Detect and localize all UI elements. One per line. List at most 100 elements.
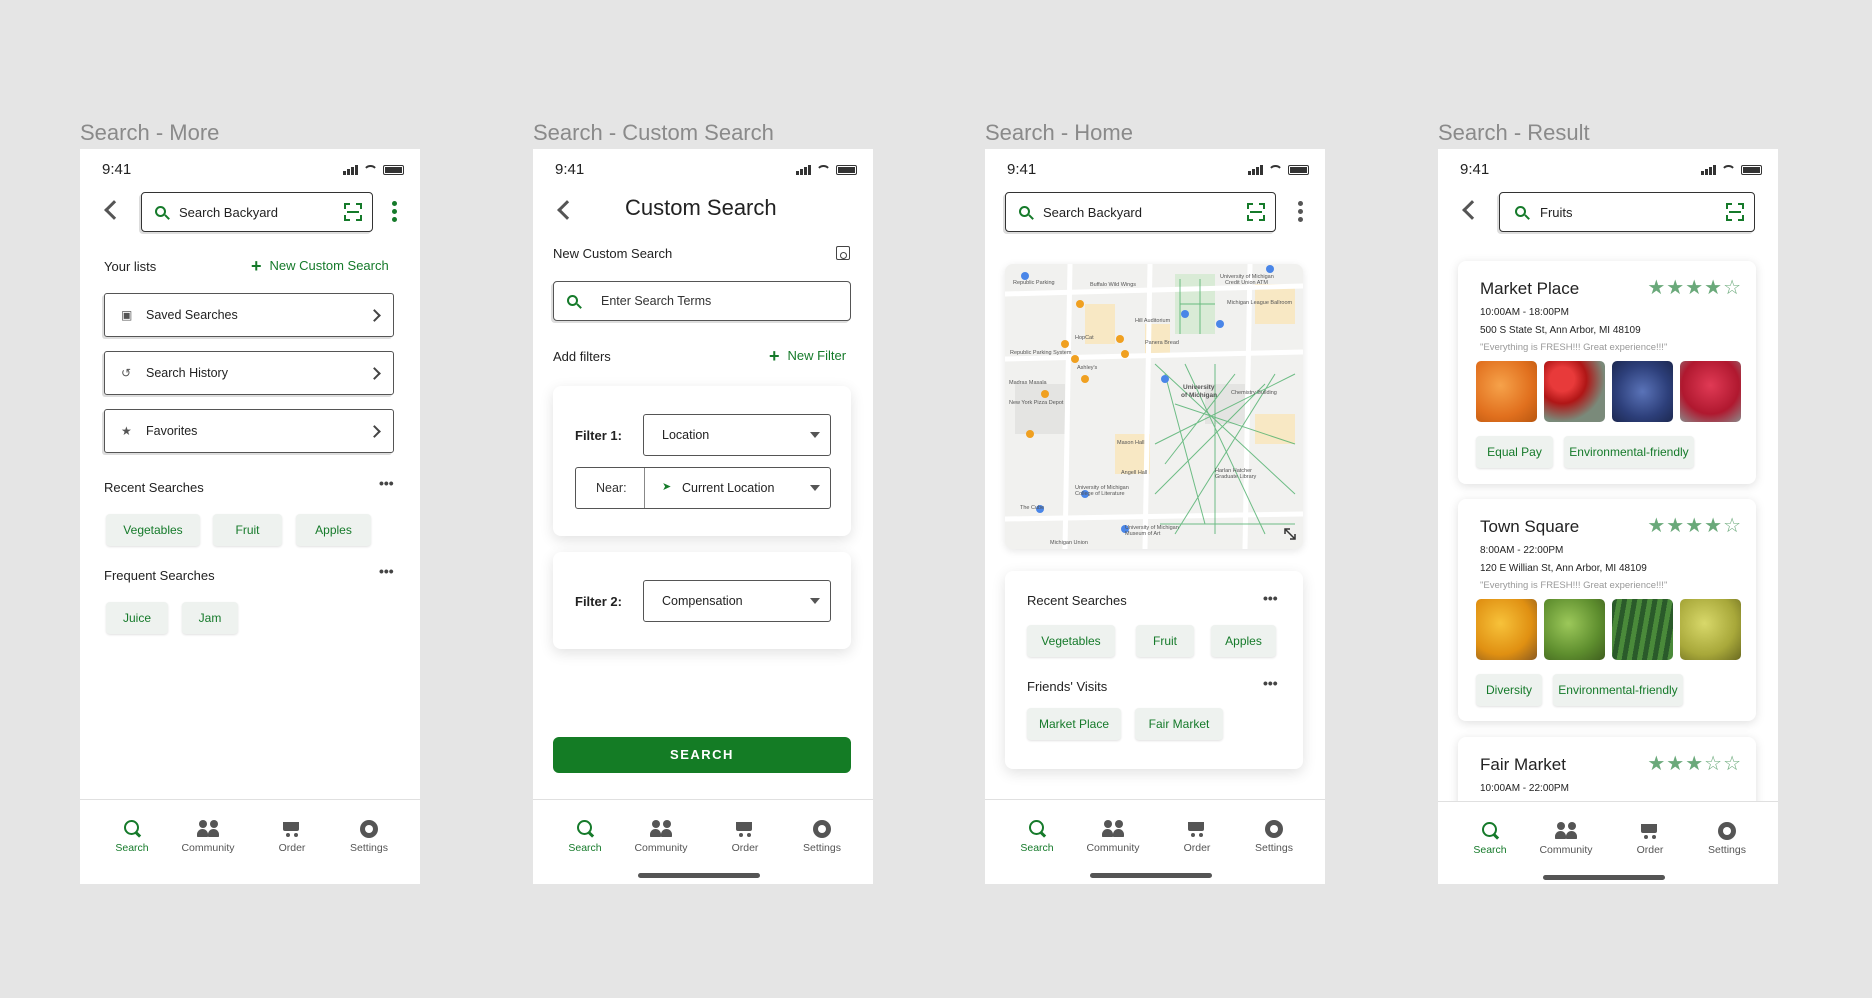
rating-stars: ★★★★☆	[1647, 515, 1742, 537]
chip-vegetables[interactable]: Vegetables	[106, 514, 200, 546]
tab-community[interactable]: Community	[626, 820, 696, 854]
search-placeholder: Search Backyard	[1043, 205, 1142, 220]
signal-icon	[1701, 165, 1716, 175]
photo-raspberries[interactable]	[1680, 361, 1741, 422]
chip-fruit[interactable]: Fruit	[213, 514, 282, 546]
tab-label: Settings	[1708, 844, 1746, 856]
svg-text:Angell Hall: Angell Hall	[1121, 470, 1147, 476]
search-input[interactable]: Search Backyard	[141, 192, 373, 232]
search-icon	[574, 820, 596, 838]
search-terms-placeholder: Enter Search Terms	[601, 294, 712, 308]
more-dots-icon[interactable]: •••	[1263, 591, 1278, 605]
back-button[interactable]	[557, 200, 577, 220]
recent-searches-title: Recent Searches	[104, 480, 204, 495]
result-quote: "Everything is FRESH!!! Great experience…	[1480, 342, 1668, 353]
tab-bar: Search Community Order Settings	[533, 799, 873, 884]
photo-mangoes[interactable]	[1476, 599, 1537, 660]
map-view[interactable]: Republic Parking Buffalo Wild Wings Univ…	[1005, 264, 1303, 549]
chip-jam[interactable]: Jam	[182, 602, 238, 634]
more-dots-icon[interactable]: •••	[1263, 676, 1278, 690]
search-terms-input[interactable]: Enter Search Terms	[553, 281, 851, 321]
tab-order[interactable]: Order	[1615, 822, 1685, 856]
svg-text:Michigan Union: Michigan Union	[1050, 540, 1088, 546]
chip-apples[interactable]: Apples	[296, 514, 371, 546]
status-time: 9:41	[1460, 161, 1490, 178]
new-custom-search-label: New Custom Search	[269, 258, 389, 273]
search-icon	[567, 295, 578, 306]
svg-text:Buffalo Wild Wings: Buffalo Wild Wings	[1090, 282, 1136, 288]
scan-icon[interactable]	[1726, 203, 1744, 221]
tab-label: Search	[1473, 844, 1507, 856]
tab-community[interactable]: Community	[173, 820, 243, 854]
search-input[interactable]: Search Backyard	[1005, 192, 1276, 232]
svg-text:Museum of Art: Museum of Art	[1125, 531, 1161, 537]
result-card[interactable]: Market Place ★★★★☆ 10:00AM - 18:00PM 500…	[1458, 261, 1756, 484]
recent-searches-title: Recent Searches	[1027, 593, 1127, 608]
tab-search[interactable]: Search	[97, 820, 167, 854]
scan-icon[interactable]	[1247, 203, 1265, 221]
tab-settings[interactable]: Settings	[334, 820, 404, 854]
chip-fair-market[interactable]: Fair Market	[1135, 708, 1223, 740]
chip-apples[interactable]: Apples	[1211, 625, 1276, 657]
tab-order[interactable]: Order	[1162, 820, 1232, 854]
near-select[interactable]: Near: ➤ Current Location	[575, 467, 831, 509]
svg-text:HopCat: HopCat	[1075, 335, 1094, 341]
result-card[interactable]: Town Square ★★★★☆ 8:00AM - 22:00PM 120 E…	[1458, 499, 1756, 721]
tag-equal-pay[interactable]: Equal Pay	[1476, 436, 1553, 468]
save-icon: ▣	[121, 308, 133, 322]
new-custom-search-link[interactable]: + New Custom Search	[251, 256, 389, 277]
more-menu-icon[interactable]	[1298, 201, 1303, 222]
tab-community[interactable]: Community	[1531, 822, 1601, 856]
new-filter-link[interactable]: + New Filter	[769, 346, 846, 367]
chip-juice[interactable]: Juice	[106, 602, 168, 634]
filter-1-select[interactable]: Location	[643, 414, 831, 456]
star-icon: ★	[121, 424, 132, 438]
photo-strawberries[interactable]	[1544, 361, 1605, 422]
more-menu-icon[interactable]	[392, 201, 397, 222]
filter-2-select[interactable]: Compensation	[643, 580, 831, 622]
save-icon[interactable]	[836, 246, 850, 260]
chip-market-place[interactable]: Market Place	[1027, 708, 1121, 740]
tab-order[interactable]: Order	[710, 820, 780, 854]
tab-label: Community	[634, 842, 688, 854]
tag-environmental-friendly[interactable]: Environmental-friendly	[1553, 674, 1683, 706]
tab-search[interactable]: Search	[550, 820, 620, 854]
photo-blueberries[interactable]	[1612, 361, 1673, 422]
chip-fruit[interactable]: Fruit	[1136, 625, 1194, 657]
photo-watermelons[interactable]	[1612, 599, 1673, 660]
chip-vegetables[interactable]: Vegetables	[1027, 625, 1115, 657]
cart-icon	[1186, 820, 1208, 838]
photo-pears[interactable]	[1680, 599, 1741, 660]
near-value: Current Location	[682, 481, 775, 495]
tab-label: Settings	[350, 842, 388, 854]
search-history-button[interactable]: ↺ Search History	[104, 351, 394, 395]
scan-icon[interactable]	[344, 203, 362, 221]
tab-label: Order	[1183, 842, 1211, 854]
frequent-searches-title: Frequent Searches	[104, 568, 215, 583]
tag-diversity[interactable]: Diversity	[1476, 674, 1542, 706]
photo-limes[interactable]	[1544, 599, 1605, 660]
search-history-label: Search History	[146, 366, 228, 380]
photo-oranges[interactable]	[1476, 361, 1537, 422]
favorites-button[interactable]: ★ Favorites	[104, 409, 394, 453]
tab-search[interactable]: Search	[1002, 820, 1072, 854]
more-dots-icon[interactable]: •••	[379, 476, 394, 490]
more-dots-icon[interactable]: •••	[379, 564, 394, 578]
back-button[interactable]	[1462, 200, 1482, 220]
tab-order[interactable]: Order	[257, 820, 327, 854]
location-arrow-icon: ➤	[662, 481, 672, 493]
tab-settings[interactable]: Settings	[1239, 820, 1309, 854]
phone-search-home: 9:41 Search Backyard Republic Parking Bu…	[985, 149, 1325, 884]
your-lists-label: Your lists	[104, 259, 157, 274]
tab-settings[interactable]: Settings	[1692, 822, 1762, 856]
svg-text:College of Literature: College of Literature	[1075, 491, 1125, 497]
search-input[interactable]: Fruits	[1499, 192, 1755, 232]
saved-searches-button[interactable]: ▣ Saved Searches	[104, 293, 394, 337]
tab-settings[interactable]: Settings	[787, 820, 857, 854]
back-button[interactable]	[104, 200, 124, 220]
tab-search[interactable]: Search	[1455, 822, 1525, 856]
search-button[interactable]: SEARCH	[553, 737, 851, 773]
tag-environmental-friendly[interactable]: Environmental-friendly	[1564, 436, 1694, 468]
phone-search-result: 9:41 Fruits Market Place ★★★★☆ 10:00AM -…	[1438, 149, 1778, 884]
tab-community[interactable]: Community	[1078, 820, 1148, 854]
